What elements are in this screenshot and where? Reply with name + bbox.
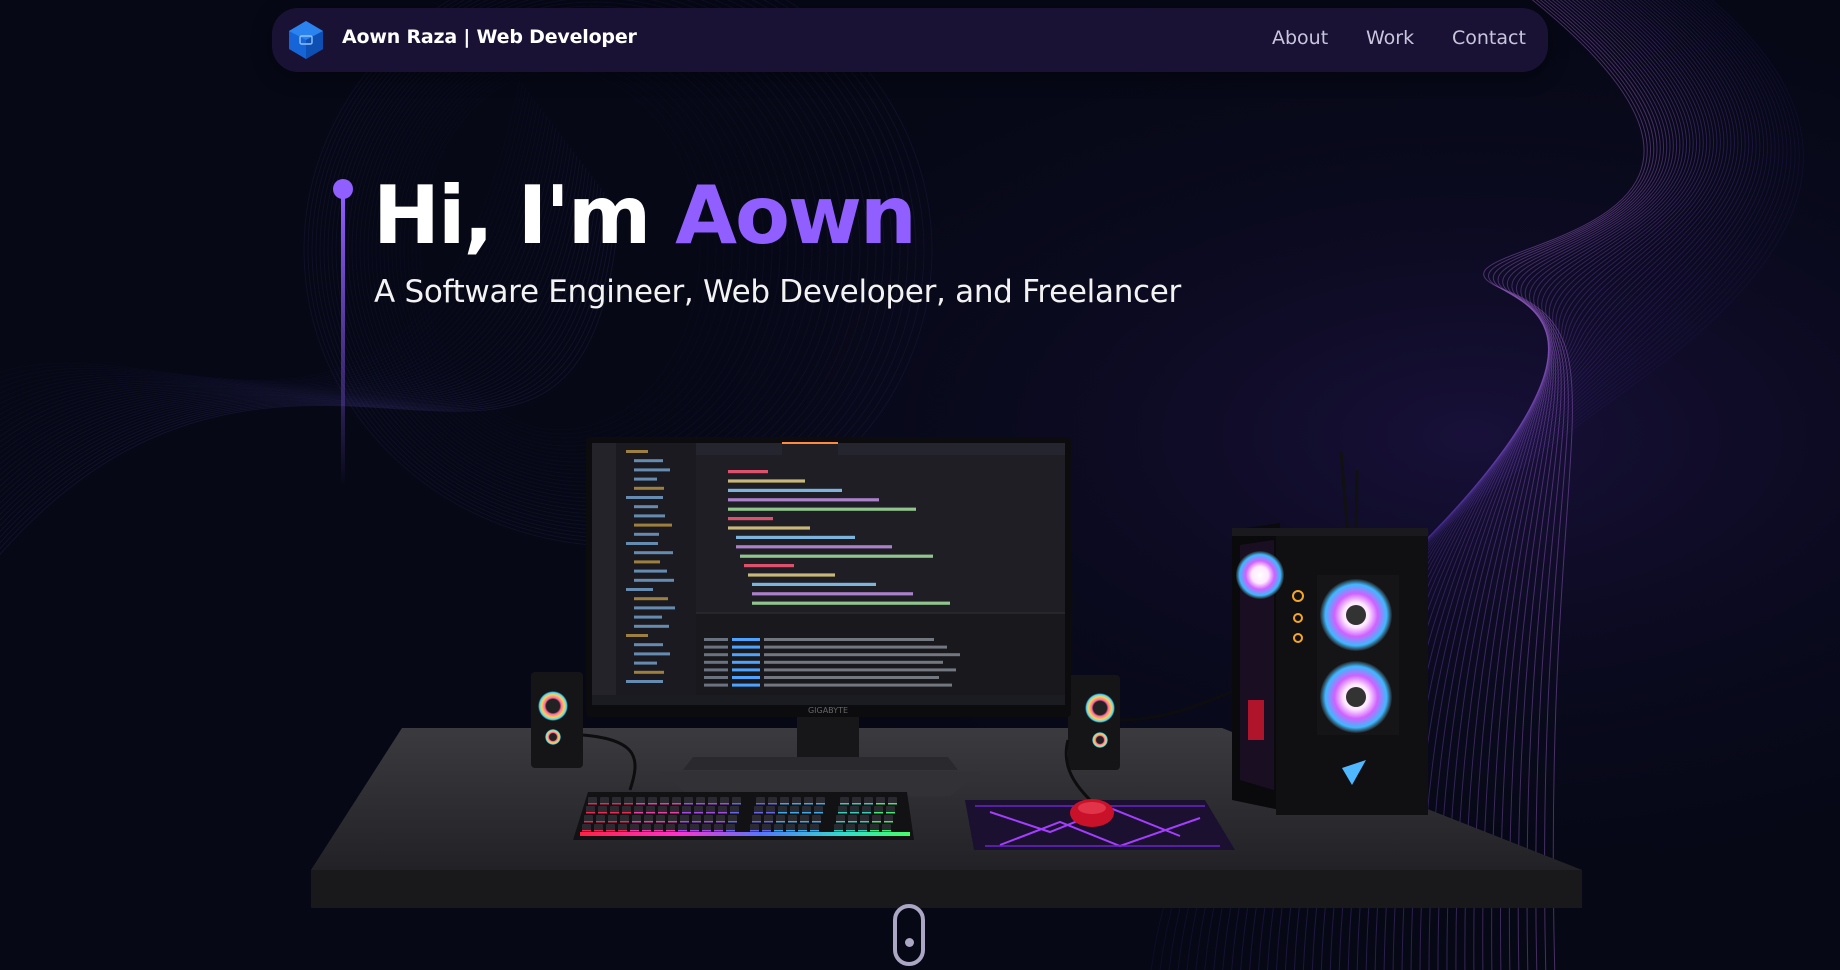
mouse bbox=[1070, 799, 1114, 827]
scroll-dot bbox=[905, 938, 914, 947]
monitor: GIGABYTE bbox=[586, 437, 1071, 717]
right-speaker bbox=[1068, 675, 1120, 770]
left-speaker bbox=[531, 672, 583, 768]
keyboard bbox=[573, 792, 914, 840]
scroll-down-icon[interactable] bbox=[893, 904, 925, 966]
monitor-brand: GIGABYTE bbox=[808, 706, 848, 715]
desk-setup-illustration[interactable]: GIGABYTE bbox=[0, 0, 1840, 970]
pc-tower bbox=[1232, 451, 1428, 815]
